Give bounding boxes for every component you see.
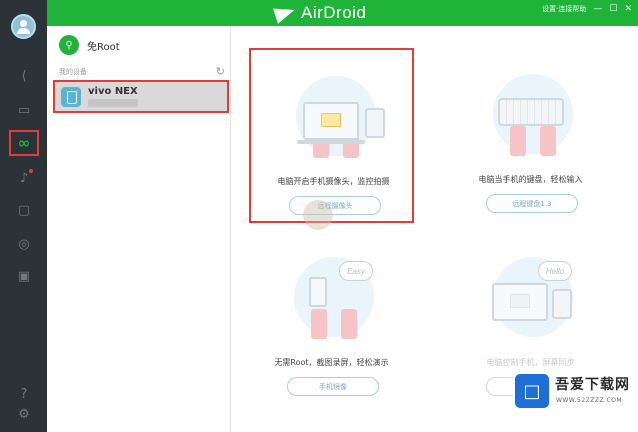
close-button[interactable]: ✕ — [624, 4, 632, 14]
maximize-button[interactable]: ☐ — [609, 4, 617, 14]
keyboard-icon — [498, 98, 564, 126]
feature-card-screen-mirror: Easy 无需Root，截图录屏，轻松演示 手机镜像 — [249, 231, 414, 406]
feature-caption: 电脑当手机的键盘，轻松输入 — [478, 175, 583, 184]
device-name: vivo NEX — [88, 86, 138, 97]
refresh-icon[interactable]: ↻ — [216, 65, 225, 78]
device-panel: ⚲ 免Root 我的设备 ↻ vivo NEX — [47, 26, 231, 432]
settings-icon[interactable]: ⚙ — [13, 404, 35, 424]
watermark-logo-icon: □ — [515, 374, 549, 408]
watermark-title: 吾爱下载网 — [555, 377, 630, 393]
android-icon: ⚲ — [59, 35, 79, 55]
phone-icon — [552, 289, 572, 319]
phone-icon — [309, 277, 327, 307]
share-icon[interactable]: ⟨ — [13, 66, 35, 86]
files-icon[interactable]: ▭ — [13, 100, 35, 120]
speech-bubble: Hello — [538, 261, 572, 281]
feature-caption: 无需Root，截图录屏，轻松演示 — [274, 358, 389, 367]
camera-illustration — [281, 70, 391, 160]
device-section-header: 我的设备 ↻ — [59, 65, 225, 78]
message-icon[interactable]: ▢ — [13, 200, 35, 220]
window-controls: 设置·连接帮助 — ☐ ✕ — [542, 4, 632, 14]
screen-mirror-button[interactable]: 手机镜像 — [287, 377, 379, 396]
mirror-illustration: Easy — [279, 251, 389, 341]
help-icon[interactable]: ? — [13, 384, 35, 404]
phone-icon — [61, 87, 81, 107]
avatar-icon[interactable] — [11, 14, 36, 39]
minimize-button[interactable]: — — [593, 4, 602, 14]
tablet-icon — [365, 108, 385, 138]
noroot-label: 免Root — [87, 41, 120, 53]
device-item[interactable]: vivo NEX — [53, 80, 229, 113]
keyboard-illustration — [478, 68, 588, 158]
site-watermark: □ 吾爱下载网 WWW.52ZZZZ.COM — [513, 372, 633, 410]
notification-icon[interactable]: ♪ — [13, 168, 35, 188]
section-label: 我的设备 — [59, 67, 87, 76]
speech-bubble: Easy — [339, 261, 373, 281]
contacts-icon[interactable]: ◎ — [13, 234, 35, 254]
notification-dot — [29, 169, 33, 173]
feature-card-remote-keyboard: 电脑当手机的键盘，轻松输入 远程键盘1.3 — [448, 48, 613, 223]
remote-keyboard-button[interactable]: 远程键盘1.3 — [486, 194, 578, 213]
help-link[interactable]: 设置·连接帮助 — [542, 4, 586, 14]
left-rail: ⟨ ▭ ∞ ♪ ▢ ◎ ▣ ? ⚙ — [0, 0, 47, 432]
control-illustration: Hello — [478, 251, 588, 341]
paper-plane-icon — [273, 2, 297, 24]
app-logo: AirDroid — [273, 2, 367, 24]
device-status-redacted — [88, 99, 138, 107]
noroot-mode[interactable]: ⚲ 免Root — [59, 35, 120, 55]
watermark-url: WWW.52ZZZZ.COM — [556, 397, 623, 404]
hand-cursor-icon — [303, 200, 333, 230]
app-name: AirDroid — [301, 3, 367, 22]
apps-icon[interactable]: ▣ — [13, 266, 35, 286]
feature-caption: 电脑控制手机，屏幕同步 — [486, 358, 575, 367]
binoculars-icon[interactable]: ∞ — [9, 130, 39, 156]
feature-card-remote-camera: 电脑开启手机摄像头，监控拍摄 远程摄像头 — [249, 48, 414, 230]
title-bar: AirDroid 设置·连接帮助 — ☐ ✕ — [47, 0, 638, 26]
feature-caption: 电脑开启手机摄像头，监控拍摄 — [277, 177, 390, 186]
